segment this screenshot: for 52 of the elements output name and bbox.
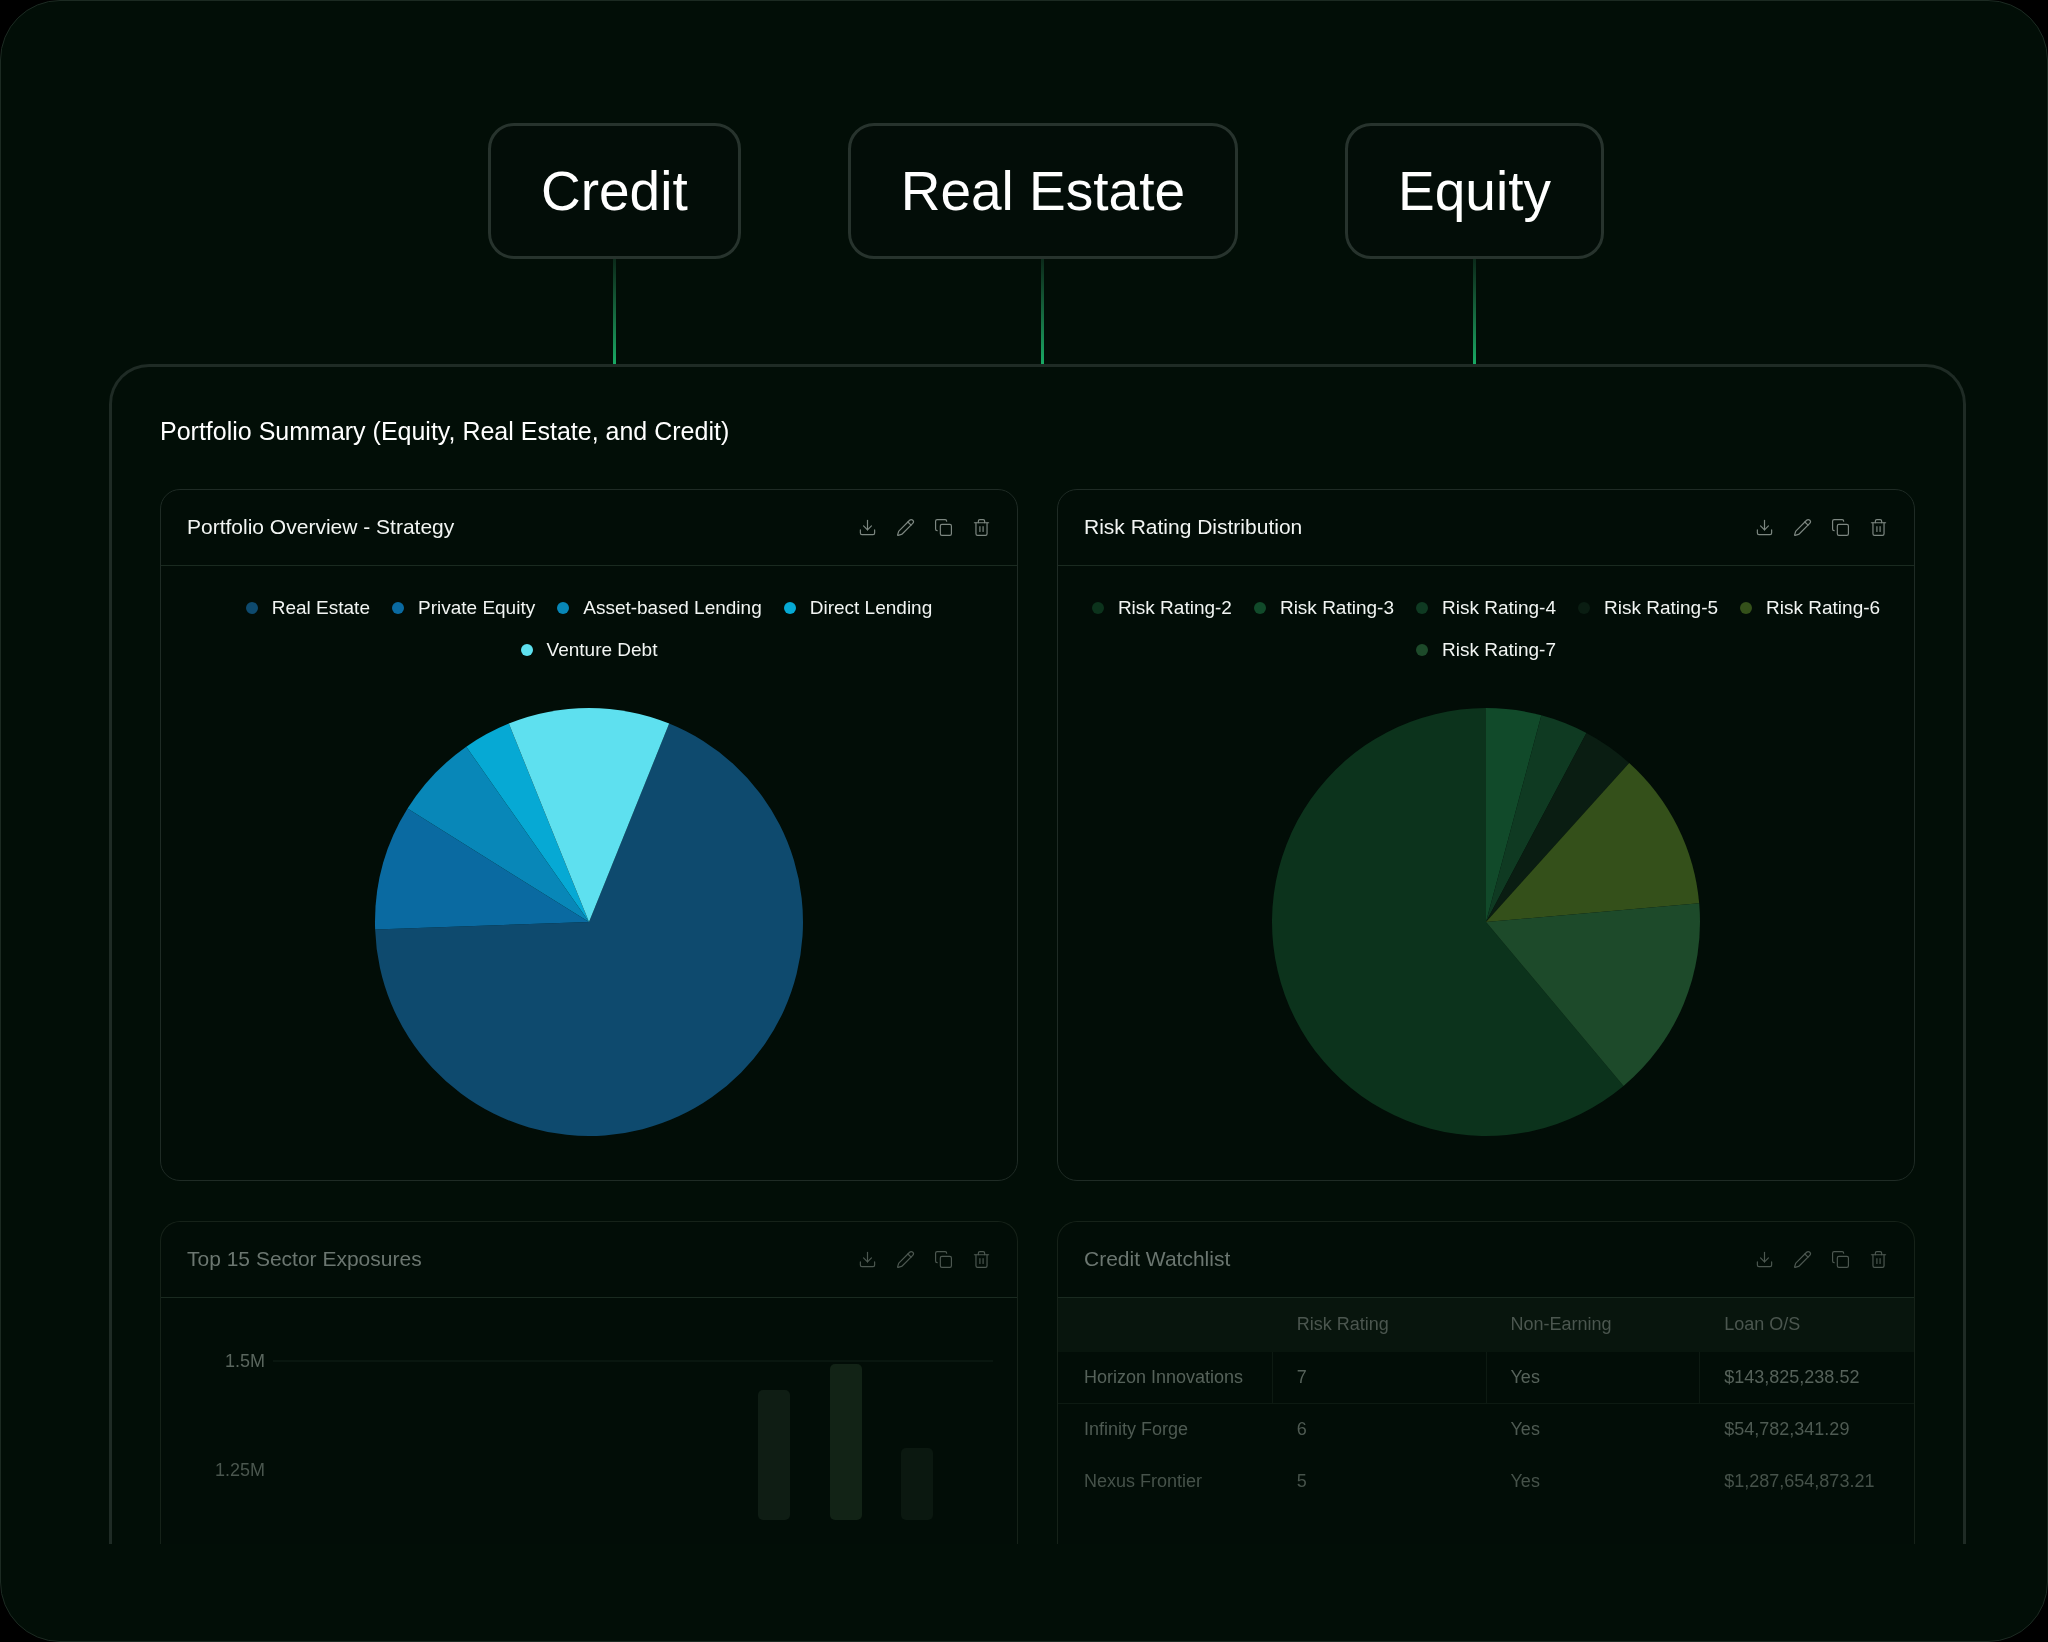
legend-label: Risk Rating-6 — [1766, 595, 1881, 620]
table-cell-text: 7 — [1296, 1365, 1307, 1389]
copy-icon[interactable] — [934, 1249, 953, 1269]
legend-label: Risk Rating-2 — [1117, 595, 1232, 620]
legend-label: Risk Rating-7 — [1441, 638, 1556, 662]
delete-icon[interactable] — [1869, 517, 1888, 537]
table-cell-text: $143,825,238.52 — [1724, 1365, 1860, 1389]
legend-label: Risk Rating-3 — [1279, 595, 1394, 620]
table-cell-text: Horizon Innovations — [1084, 1365, 1244, 1389]
table-cell-text: Yes — [1510, 1365, 1540, 1389]
legend-label: Risk Rating-5 — [1604, 595, 1719, 620]
legend-label: Venture Debt — [546, 638, 658, 662]
category-tab[interactable]: Equity — [1345, 123, 1604, 259]
download-icon[interactable] — [858, 1249, 877, 1269]
download-icon[interactable] — [1755, 1249, 1774, 1269]
edit-icon[interactable] — [1793, 1249, 1812, 1269]
delete-icon[interactable] — [972, 1249, 991, 1269]
axis-label: 1.5M — [224, 1349, 265, 1373]
download-icon[interactable] — [1755, 517, 1774, 537]
panel-title: Portfolio Summary (Equity, Real Estate, and Credit) — [160, 416, 731, 447]
legend-label: Risk Rating-4 — [1441, 595, 1556, 620]
delete-icon[interactable] — [972, 517, 991, 537]
column-header: Non-Earning — [1510, 1314, 1612, 1334]
category-tab[interactable]: Real Estate — [847, 123, 1239, 259]
table-cell-text: Infinity Forge — [1084, 1418, 1189, 1441]
card-title: Portfolio Overview - Strategy — [187, 514, 455, 541]
table-cell-text: Yes — [1510, 1470, 1540, 1493]
edit-icon[interactable] — [896, 517, 915, 537]
card-title: Top 15 Sector Exposures — [187, 1246, 422, 1273]
legend-label: Asset-based Lending — [583, 595, 762, 620]
legend-label: Private Equity — [417, 595, 536, 620]
table-cell-text: $1,287,654,873.21 — [1724, 1470, 1875, 1493]
delete-icon[interactable] — [1869, 1249, 1888, 1269]
table-cell-text: Nexus Frontier — [1084, 1470, 1203, 1493]
table-cell-text: $54,782,341.29 — [1724, 1418, 1850, 1441]
table-cell-text: Yes — [1510, 1418, 1540, 1441]
legend-label: Real Estate — [271, 595, 370, 620]
column-header: Risk Rating — [1296, 1314, 1389, 1334]
copy-icon[interactable] — [1831, 517, 1850, 537]
column-header: Loan O/S — [1724, 1314, 1801, 1334]
copy-icon[interactable] — [934, 517, 953, 537]
download-icon[interactable] — [858, 517, 877, 537]
edit-icon[interactable] — [1793, 517, 1812, 537]
legend-label: Direct Lending — [809, 595, 933, 620]
axis-label: 1.25M — [214, 1458, 265, 1482]
card-title: Credit Watchlist — [1084, 1246, 1231, 1273]
copy-icon[interactable] — [1831, 1249, 1850, 1269]
edit-icon[interactable] — [896, 1249, 915, 1269]
category-tab[interactable]: Credit — [488, 123, 741, 259]
table-cell-text: 5 — [1296, 1470, 1307, 1493]
card-title: Risk Rating Distribution — [1084, 514, 1303, 541]
table-cell-text: 6 — [1296, 1418, 1307, 1441]
